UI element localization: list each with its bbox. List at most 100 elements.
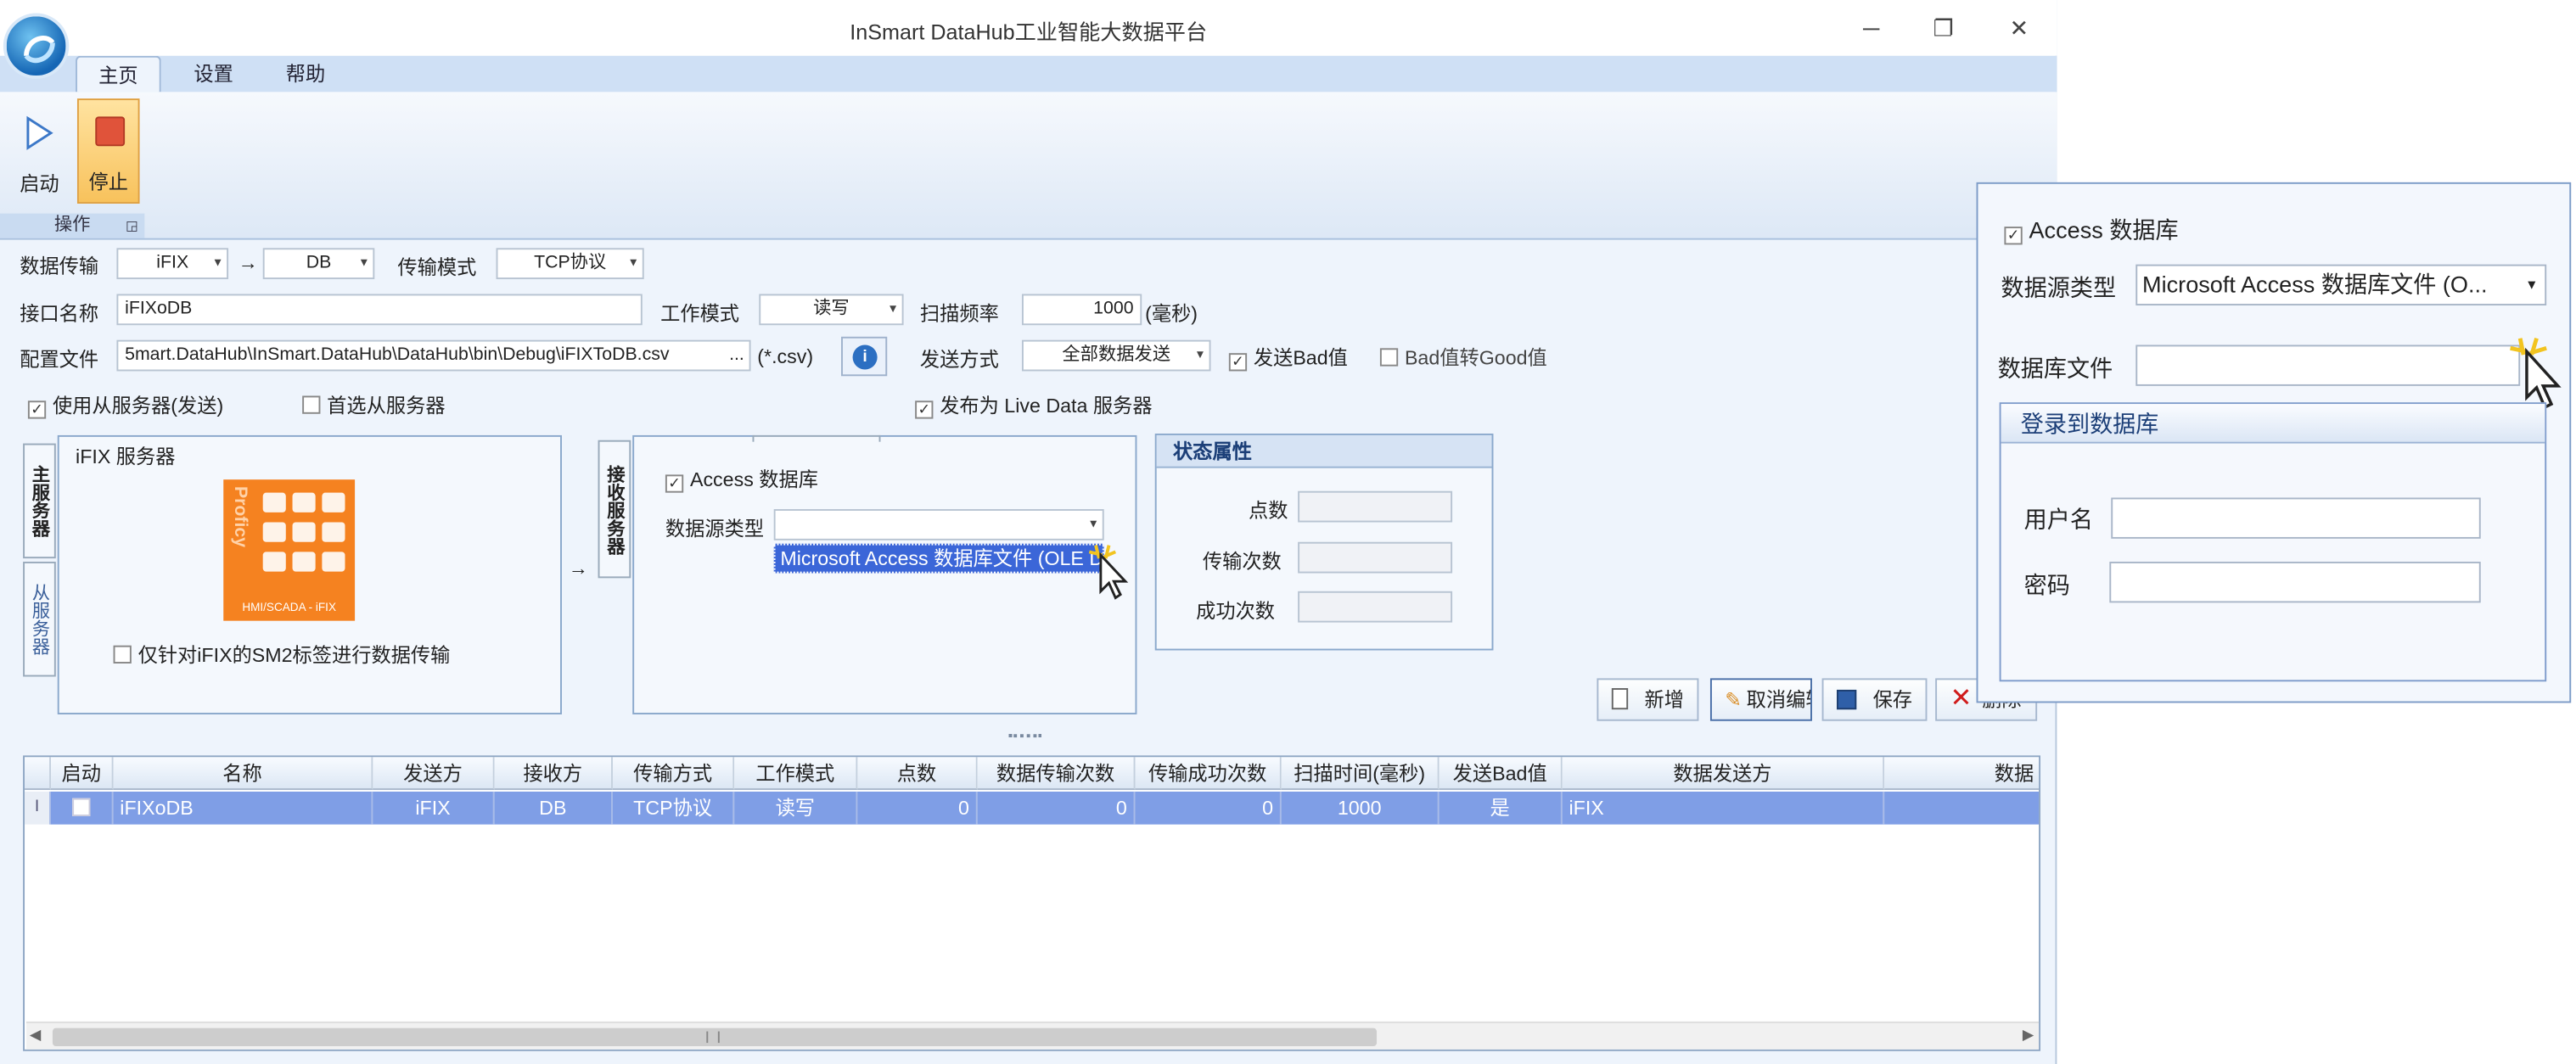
grid-header-cell[interactable]: 发送方 <box>373 757 495 791</box>
stop-label: 停止 <box>88 171 128 194</box>
scroll-left-icon[interactable]: ◀ <box>30 1027 41 1044</box>
dropdown-option-access-oledb[interactable]: Microsoft Access 数据库文件 (OLE DB) <box>773 543 1104 574</box>
bad-to-good-checkbox[interactable]: Bad值转Good值 <box>1379 344 1547 372</box>
grid-cell[interactable]: iFIX <box>373 791 495 825</box>
publish-live-checkbox[interactable]: ✓ 发布为 Live Data 服务器 <box>915 391 1153 419</box>
grid-header-cell[interactable]: 扫描时间(毫秒) <box>1281 757 1440 791</box>
restore-button[interactable]: ❐ <box>1919 10 1968 47</box>
login-group: 登录到数据库 用户名 密码 <box>1999 402 2547 682</box>
transfer-arrow: → <box>238 251 258 275</box>
cancel-edit-button[interactable]: ✎取消编辑 <box>1709 678 1812 721</box>
transfer-mode-select[interactable]: TCP协议 ▼ <box>496 248 644 280</box>
stop-icon <box>95 116 126 147</box>
checkbox-icon <box>1379 348 1399 367</box>
grid-cell[interactable]: 1000 <box>1281 791 1440 825</box>
close-button[interactable]: ✕ <box>1995 10 2044 47</box>
start-button[interactable]: 启动 <box>8 98 71 204</box>
app-logo-icon[interactable] <box>3 13 70 79</box>
use-slave-checkbox[interactable]: ✓ 使用从服务器(发送) <box>27 391 223 419</box>
prefer-slave-checkbox[interactable]: 首选从服务器 <box>302 391 446 419</box>
grid-header-cell[interactable]: 传输成功次数 <box>1135 757 1282 791</box>
sm2-checkbox[interactable]: 仅针对iFIX的SM2标签进行数据传输 <box>113 641 450 669</box>
stop-button[interactable]: 停止 <box>76 98 140 204</box>
horizontal-scrollbar[interactable]: ◀ ▶ <box>25 1021 2040 1050</box>
info-button[interactable]: i <box>841 336 888 377</box>
checkbox-checked-icon: ✓ <box>27 400 47 419</box>
tab-slave-server[interactable]: 从服务器 <box>23 561 56 677</box>
password-label: 密码 <box>2023 571 2070 598</box>
config-file-input[interactable]: 5mart.DataHub\InSmart.DataHub\DataHub\bi… <box>116 339 751 372</box>
callout-db-file-input[interactable] <box>2135 344 2521 386</box>
tab-main-server[interactable]: 主服务器 <box>23 443 56 559</box>
scan-unit: (毫秒) <box>1145 302 1198 326</box>
send-mode-select[interactable]: 全部数据发送 ▼ <box>1021 339 1211 372</box>
grid-cell[interactable]: 0 <box>977 791 1136 825</box>
grid-cell-enabled[interactable] <box>51 791 114 825</box>
chevron-down-icon: ▼ <box>2525 277 2539 293</box>
source-select[interactable]: iFIX ▼ <box>116 248 229 280</box>
login-group-title: 登录到数据库 <box>2001 404 2545 444</box>
config-ext: (*.csv) <box>757 344 814 368</box>
window-title: InSmart DataHub工业智能大数据平台 <box>850 20 1208 45</box>
grid-cell[interactable]: 读写 <box>734 791 858 825</box>
username-input[interactable] <box>2111 497 2481 539</box>
points-label: 点数 <box>1249 499 1288 523</box>
success-label: 成功次数 <box>1196 599 1276 623</box>
points-field <box>1298 490 1453 523</box>
grid-header-cell[interactable]: 接收方 <box>494 757 613 791</box>
target-select[interactable]: DB ▼ <box>262 248 375 280</box>
checkbox-icon <box>72 798 91 816</box>
delete-x-icon: ✕ <box>1950 685 1973 714</box>
grid-cell[interactable]: 0 <box>1135 791 1282 825</box>
checkbox-checked-icon: ✓ <box>2004 227 2023 245</box>
tab-help[interactable]: 帮助 <box>267 56 345 92</box>
grid-header-cell[interactable]: 点数 <box>857 757 978 791</box>
panel-tab-strip <box>752 434 881 442</box>
row-indicator-icon[interactable]: I <box>25 791 52 825</box>
info-icon: i <box>852 344 878 370</box>
interface-label: 接口名称 <box>20 302 99 326</box>
grid-cell[interactable]: 是 <box>1439 791 1563 825</box>
browse-button[interactable]: ... <box>729 342 744 370</box>
send-mode-label: 发送方式 <box>919 348 999 372</box>
add-button[interactable]: 新增 <box>1597 678 1699 721</box>
grid-cell[interactable]: DB <box>494 791 613 825</box>
grid-cell[interactable]: iFIX <box>1562 791 1885 825</box>
grid-header-cell[interactable]: 启动 <box>51 757 114 791</box>
start-label: 启动 <box>20 172 59 196</box>
grid-header-cell[interactable]: 名称 <box>113 757 373 791</box>
ds-type-select[interactable]: ▼ <box>773 509 1104 540</box>
grid-cell[interactable]: iFIXoDB <box>113 791 373 825</box>
callout-ds-type-select[interactable]: Microsoft Access 数据库文件 (O... ▼ <box>2135 264 2547 306</box>
splitter-grip[interactable] <box>1008 734 1042 741</box>
minimize-button[interactable]: ─ <box>1847 10 1896 47</box>
work-mode-select[interactable]: 读写 ▼ <box>759 294 904 326</box>
ds-type-label: 数据源类型 <box>665 517 765 540</box>
zoom-callout-panel: ✓ Access 数据库 数据源类型 Microsoft Access 数据库文件… <box>1976 182 2572 703</box>
scroll-right-icon[interactable]: ▶ <box>2023 1027 2034 1044</box>
send-bad-checkbox[interactable]: ✓ 发送Bad值 <box>1228 344 1348 372</box>
checkbox-checked-icon: ✓ <box>1228 353 1248 372</box>
tab-home[interactable]: 主页 <box>76 55 161 92</box>
access-db-checkbox[interactable]: ✓ Access 数据库 <box>665 465 818 493</box>
tab-settings[interactable]: 设置 <box>174 56 253 92</box>
grid-header-cell[interactable]: 工作模式 <box>734 757 858 791</box>
interface-name-input[interactable]: iFIXoDB <box>116 294 643 326</box>
grid-header-cell[interactable]: 数据发送方 <box>1562 757 1885 791</box>
grid-cell[interactable]: 0 <box>857 791 978 825</box>
save-button[interactable]: 保存 <box>1821 678 1928 721</box>
grid-header-cell[interactable]: 数据 <box>1884 757 2040 791</box>
callout-access-checkbox[interactable]: ✓ Access 数据库 <box>2004 214 2179 247</box>
scan-input[interactable]: 1000 <box>1021 294 1142 326</box>
grid-cell[interactable] <box>1884 791 2040 825</box>
password-input[interactable] <box>2109 561 2481 603</box>
grid-cell[interactable]: TCP协议 <box>612 791 735 825</box>
grid-header-cell[interactable]: 发送Bad值 <box>1439 757 1563 791</box>
grid-header-cell[interactable]: 数据传输次数 <box>977 757 1136 791</box>
tab-receive-server[interactable]: 接收服务器 <box>598 440 631 579</box>
grid-header-cell[interactable]: 传输方式 <box>612 757 735 791</box>
ribbon-tab-bar: 主页 设置 帮助 <box>0 55 2057 92</box>
grip-icon <box>706 1031 720 1044</box>
chevron-down-icon: ▼ <box>1087 518 1099 531</box>
scrollbar-thumb[interactable] <box>52 1028 1378 1046</box>
